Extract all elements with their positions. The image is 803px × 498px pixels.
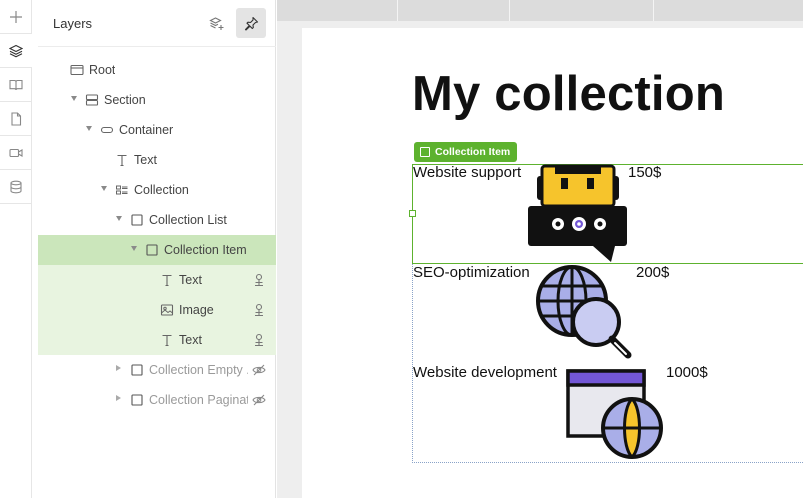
selection-badge-label: Collection Item <box>435 146 511 158</box>
layer-row[interactable]: Container <box>38 115 276 145</box>
layer-row[interactable]: Collection List <box>38 205 276 235</box>
library-tab-button[interactable] <box>0 68 32 102</box>
layer-row-label: Container <box>119 123 174 137</box>
collection-item-title[interactable]: SEO-optimization <box>413 264 530 281</box>
selection-badge[interactable]: Collection Item <box>414 142 518 162</box>
caret-right-icon[interactable] <box>116 365 121 371</box>
text-icon <box>115 153 129 167</box>
layers-plus-icon <box>208 16 223 30</box>
layers-icon <box>9 44 23 57</box>
layer-row[interactable]: Text <box>38 325 276 355</box>
section-icon <box>85 93 99 107</box>
caret-down-icon[interactable] <box>116 216 122 221</box>
book-icon <box>9 79 23 90</box>
frame-icon <box>70 63 84 77</box>
collection-icon <box>115 183 129 197</box>
video-icon <box>9 148 23 157</box>
box-icon <box>420 147 430 157</box>
layer-row-label: Collection Paginat... <box>149 393 248 407</box>
caret-down-icon[interactable] <box>101 186 107 191</box>
text-icon <box>160 333 174 347</box>
layer-row-label: Image <box>179 303 214 317</box>
box-icon <box>145 243 159 257</box>
layer-tree: Root Section Container Text Collection Collec… <box>38 55 276 415</box>
layer-row-label: Root <box>89 63 116 77</box>
layer-row[interactable]: Collection Item <box>38 235 276 265</box>
app-window: Layers Root Section Container Text Collectio… <box>0 0 803 498</box>
collection-item-price[interactable]: 1000$ <box>666 364 708 381</box>
layers-tab-button[interactable] <box>0 34 32 68</box>
eye-off-icon[interactable] <box>252 393 266 407</box>
collection-item-price[interactable]: 200$ <box>636 264 669 281</box>
layer-row-label: Section <box>104 93 146 107</box>
globe-search-icon[interactable] <box>536 264 638 364</box>
layer-row-label: Collection List <box>149 213 227 227</box>
layer-row-label: Collection Item <box>164 243 247 257</box>
media-tab-button[interactable] <box>0 136 32 170</box>
layer-row-label: Text <box>134 153 157 167</box>
collection-item-title[interactable]: Website development <box>413 364 557 381</box>
breakpoint-ruler[interactable] <box>277 0 803 21</box>
caret-right-icon[interactable] <box>116 395 121 401</box>
box-icon <box>130 393 144 407</box>
image-icon <box>160 303 174 317</box>
layer-row[interactable]: Image <box>38 295 276 325</box>
container-icon <box>100 123 114 137</box>
caret-down-icon[interactable] <box>71 96 77 101</box>
selection-resize-handle[interactable] <box>409 210 416 217</box>
page-heading[interactable]: My collection <box>412 66 725 122</box>
pin-icon <box>244 16 258 31</box>
cms-tab-button[interactable] <box>0 170 32 204</box>
caret-down-icon[interactable] <box>131 246 137 251</box>
breakpoint-divider <box>509 0 510 21</box>
layer-row[interactable]: Text <box>38 145 276 175</box>
layer-row-label: Collection <box>134 183 189 197</box>
layer-row-label: Text <box>179 333 202 347</box>
bind-icon[interactable] <box>252 333 266 347</box>
bind-icon[interactable] <box>252 303 266 317</box>
collection-item-title[interactable]: Website support <box>413 164 521 181</box>
layers-panel: Layers Root Section Container Text Collectio… <box>38 0 276 498</box>
add-layer-button[interactable] <box>201 8 231 38</box>
eye-off-icon[interactable] <box>252 363 266 377</box>
box-icon <box>130 213 144 227</box>
layer-row[interactable]: Collection <box>38 175 276 205</box>
layer-row[interactable]: Section <box>38 85 276 115</box>
layer-row[interactable]: Text <box>38 265 276 295</box>
database-icon <box>10 180 22 193</box>
page-icon <box>11 111 22 126</box>
panel-title: Layers <box>53 16 93 31</box>
layer-row-label: Text <box>179 273 202 287</box>
robot-chat-icon[interactable] <box>527 164 629 264</box>
breakpoint-divider <box>653 0 654 21</box>
browser-globe-icon[interactable] <box>565 368 667 460</box>
pin-panel-button[interactable] <box>236 8 266 38</box>
caret-down-icon[interactable] <box>86 126 92 131</box>
layer-row[interactable]: Root <box>38 55 276 85</box>
text-icon <box>160 273 174 287</box>
breakpoint-divider <box>397 0 398 21</box>
bind-icon[interactable] <box>252 273 266 287</box>
layer-row[interactable]: Collection Paginat... <box>38 385 276 415</box>
header-divider <box>38 46 276 47</box>
layer-row-label: Collection Empty ... <box>149 363 248 377</box>
collection-item-price[interactable]: 150$ <box>628 164 661 181</box>
add-button[interactable] <box>0 0 32 34</box>
add-icon <box>10 10 22 23</box>
left-toolbar <box>0 0 32 498</box>
pages-tab-button[interactable] <box>0 102 32 136</box>
box-icon <box>130 363 144 377</box>
layer-row[interactable]: Collection Empty ... <box>38 355 276 385</box>
